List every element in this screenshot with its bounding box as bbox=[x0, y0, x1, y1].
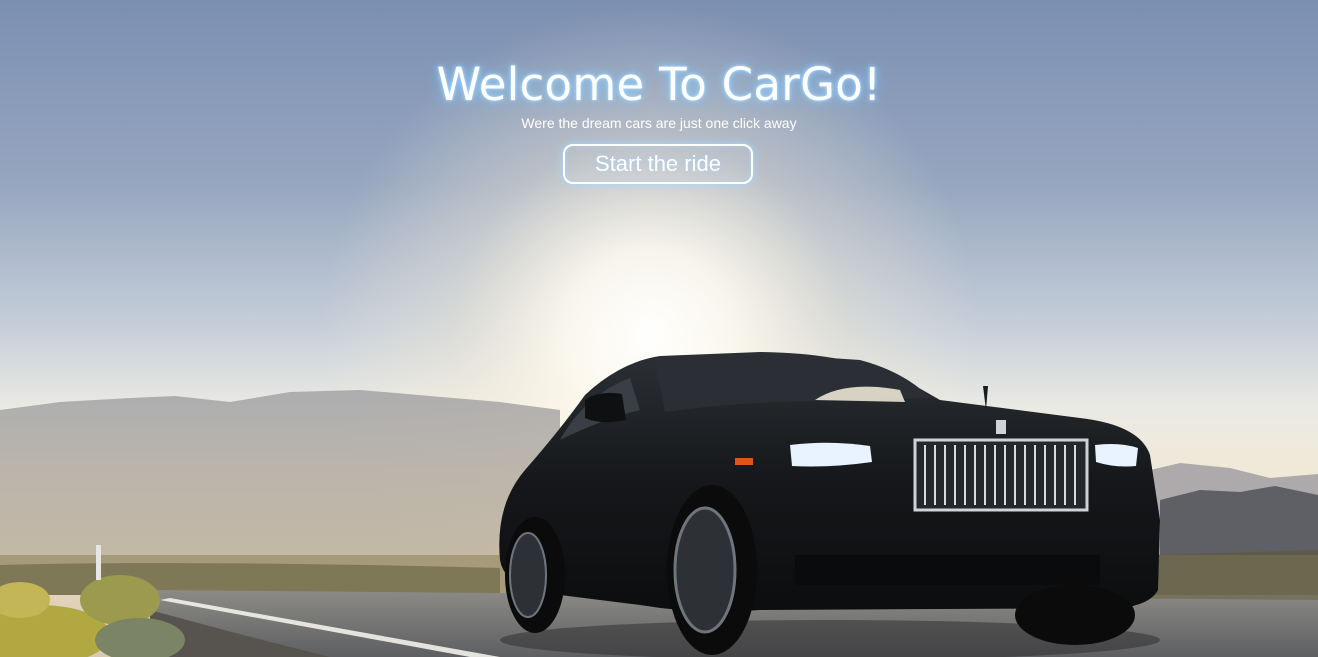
hero-subtitle: Were the dream cars are just one click a… bbox=[521, 115, 797, 131]
hero-section: Welcome To CarGo! Were the dream cars ar… bbox=[0, 0, 1318, 657]
hero-title: Welcome To CarGo! bbox=[436, 58, 882, 111]
start-ride-button[interactable]: Start the ride bbox=[563, 144, 753, 184]
